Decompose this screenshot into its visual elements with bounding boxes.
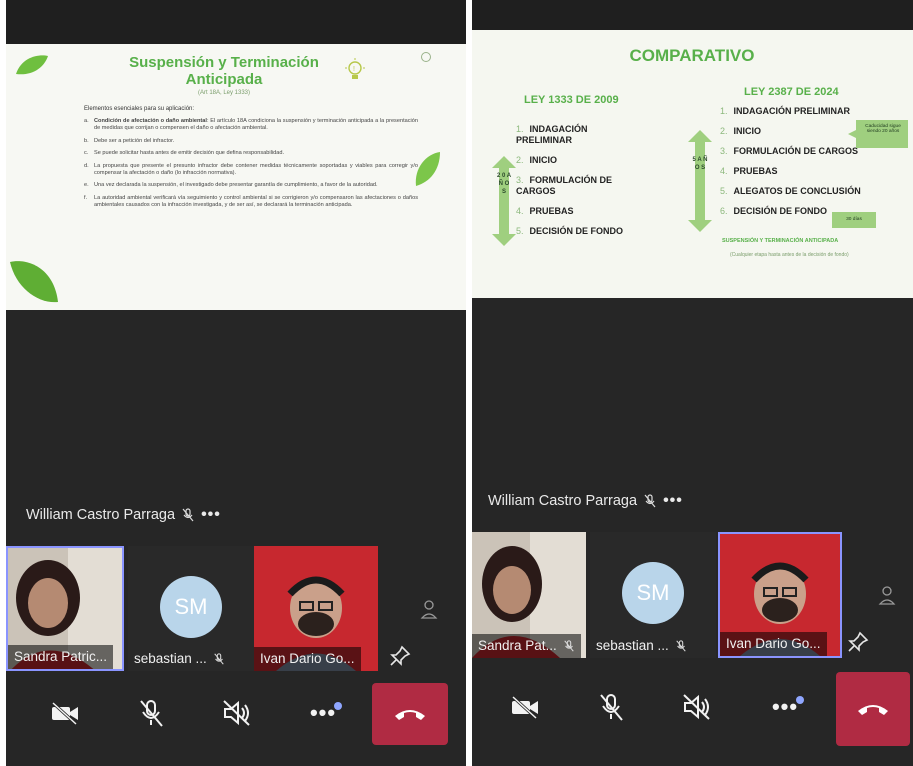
speaker-name: William Castro Parraga: [26, 507, 176, 523]
stage-item: 2. INICIO: [516, 155, 558, 165]
pin-icon[interactable]: [846, 630, 870, 654]
duration-label-20: 2 0 A Ñ O S: [496, 173, 512, 195]
mic-off-icon: [564, 640, 574, 652]
meeting-window-left: Suspensión y Terminación Anticipada (Art…: [6, 0, 466, 766]
mic-off-icon: [600, 694, 623, 721]
leaf-decoration: [16, 55, 48, 75]
mic-off-icon: [676, 640, 686, 652]
participant-name: Sandra Patric...: [8, 645, 114, 669]
participant-tile[interactable]: SM sebastian ...: [128, 546, 256, 671]
essential-element-item: d. La propuesta que presente el presunto …: [84, 162, 418, 177]
more-actions-button[interactable]: •••: [300, 690, 346, 736]
pin-icon[interactable]: [388, 644, 412, 668]
notification-badge: [796, 696, 804, 704]
mute-button[interactable]: [588, 684, 634, 730]
essential-element-item: a. Condición de afectación o daño ambient…: [84, 118, 418, 132]
camera-off-button[interactable]: [42, 690, 88, 736]
participant-name: Ivan Dario Go...: [254, 647, 361, 671]
meeting-window-right: COMPARATIVO LEY 1333 DE 2009 1. INDAGACIÓ…: [472, 0, 913, 766]
caducidad-callout: [848, 120, 908, 148]
caducidad-note: Caducidad sigue siendo 20 años: [865, 124, 901, 134]
column-heading-2387: LEY 2387 DE 2024: [744, 86, 839, 98]
shared-slide: Suspensión y Terminación Anticipada (Art…: [6, 44, 466, 310]
stage-item: 4. PRUEBAS: [720, 166, 778, 176]
participant-tile[interactable]: Ivan Dario Go...: [254, 546, 378, 671]
participant-tile[interactable]: SM sebastian ...: [590, 532, 716, 658]
days-note: 30 días: [832, 212, 876, 228]
more-icon: •••: [309, 700, 337, 725]
stage-item: 5. ALEGATOS DE CONCLUSIÓN: [720, 186, 861, 196]
more-icon: •••: [771, 694, 799, 719]
speaker-off-icon: [683, 694, 710, 720]
hang-up-button[interactable]: [836, 672, 910, 746]
more-options-icon[interactable]: •••: [663, 492, 683, 510]
active-speaker-label: William Castro Parraga •••: [488, 492, 683, 510]
slide-title: COMPARATIVO: [629, 46, 755, 65]
slide-title: Suspensión y Terminación Anticipada: [129, 54, 319, 88]
essential-element-item: c. Se puede solicitar hasta antes de emit…: [84, 150, 284, 157]
column-heading-1333: LEY 1333 DE 2009: [524, 94, 619, 106]
stage-item: 1. INDAGACIÓN PRELIMINAR: [516, 124, 588, 145]
essential-elements-list: a. Condición de afectación o daño ambient…: [84, 118, 418, 215]
stage-item: 1. INDAGACIÓN PRELIMINAR: [720, 106, 851, 116]
mic-off-icon: [214, 653, 224, 665]
organization-logo: [396, 52, 456, 82]
participant-name: sebastian ...: [128, 647, 231, 671]
participant-tile[interactable]: Sandra Pat...: [472, 532, 586, 658]
svg-text:!: !: [353, 66, 355, 73]
stage-item: 4. PRUEBAS: [516, 206, 574, 216]
active-speaker-label: William Castro Parraga •••: [26, 506, 221, 524]
hang-up-button[interactable]: [372, 683, 448, 745]
participant-tile[interactable]: Ivan Dario Go...: [718, 532, 842, 658]
avatar: SM: [160, 576, 222, 638]
shared-slide: COMPARATIVO LEY 1333 DE 2009 1. INDAGACIÓ…: [472, 30, 913, 298]
essential-element-item: f. La autoridad ambiental verificará vía …: [84, 194, 418, 209]
speaker-off-icon: [223, 700, 250, 726]
speaker-name: William Castro Parraga: [488, 493, 638, 509]
essential-element-item: e. Una vez declarada la suspensión, el in…: [84, 182, 378, 189]
participant-name: Ivan Dario Go...: [720, 632, 827, 656]
more-actions-button[interactable]: •••: [762, 684, 808, 730]
leaf-decoration: [10, 261, 58, 303]
suspension-subnote: (Cualquier etapa hasta antes de la decis…: [730, 252, 849, 258]
avatar: SM: [622, 562, 684, 624]
phone-hangup-icon: [858, 705, 888, 715]
person-icon[interactable]: [420, 598, 438, 620]
phone-hangup-icon: [395, 710, 425, 720]
video-off-icon: [51, 701, 78, 725]
duration-arrow-5-years: [688, 130, 712, 232]
suspension-note: SUSPENSIÓN Y TERMINACIÓN ANTICIPADA: [722, 238, 839, 244]
participant-name: Sandra Pat...: [472, 634, 581, 658]
stage-item: 3. FORMULACIÓN DE CARGOS: [516, 175, 613, 196]
slide-subtitle: (Art 18A, Ley 1333): [197, 90, 251, 96]
duration-arrow-20-years: [492, 156, 516, 246]
camera-off-button[interactable]: [502, 684, 548, 730]
lightbulb-icon: !: [345, 58, 365, 79]
speaker-off-button[interactable]: [674, 684, 720, 730]
participant-name: sebastian ...: [590, 634, 693, 658]
participant-tile[interactable]: Sandra Patric...: [6, 546, 124, 671]
top-bar: [472, 0, 913, 30]
stage-item: 5. DECISIÓN DE FONDO: [516, 226, 624, 236]
slide-intro: Elementos esenciales para su aplicación:: [84, 106, 195, 112]
notification-badge: [334, 702, 342, 710]
mic-off-icon: [140, 700, 163, 727]
mic-off-icon: [644, 494, 656, 508]
stages-list-1333: 1. INDAGACIÓN PRELIMINAR 2. INICIO 3. FORMULA…: [516, 124, 636, 246]
mute-button[interactable]: [128, 690, 174, 736]
mic-off-icon: [182, 508, 194, 522]
essential-element-item: b. Debe ser a petición del infractor.: [84, 137, 175, 144]
speaker-off-button[interactable]: [214, 690, 260, 736]
duration-label-5: 5 A Ñ O S: [692, 157, 708, 171]
top-bar: [6, 0, 466, 44]
video-off-icon: [511, 695, 538, 719]
person-icon[interactable]: [878, 584, 896, 606]
more-options-icon[interactable]: •••: [201, 506, 221, 524]
